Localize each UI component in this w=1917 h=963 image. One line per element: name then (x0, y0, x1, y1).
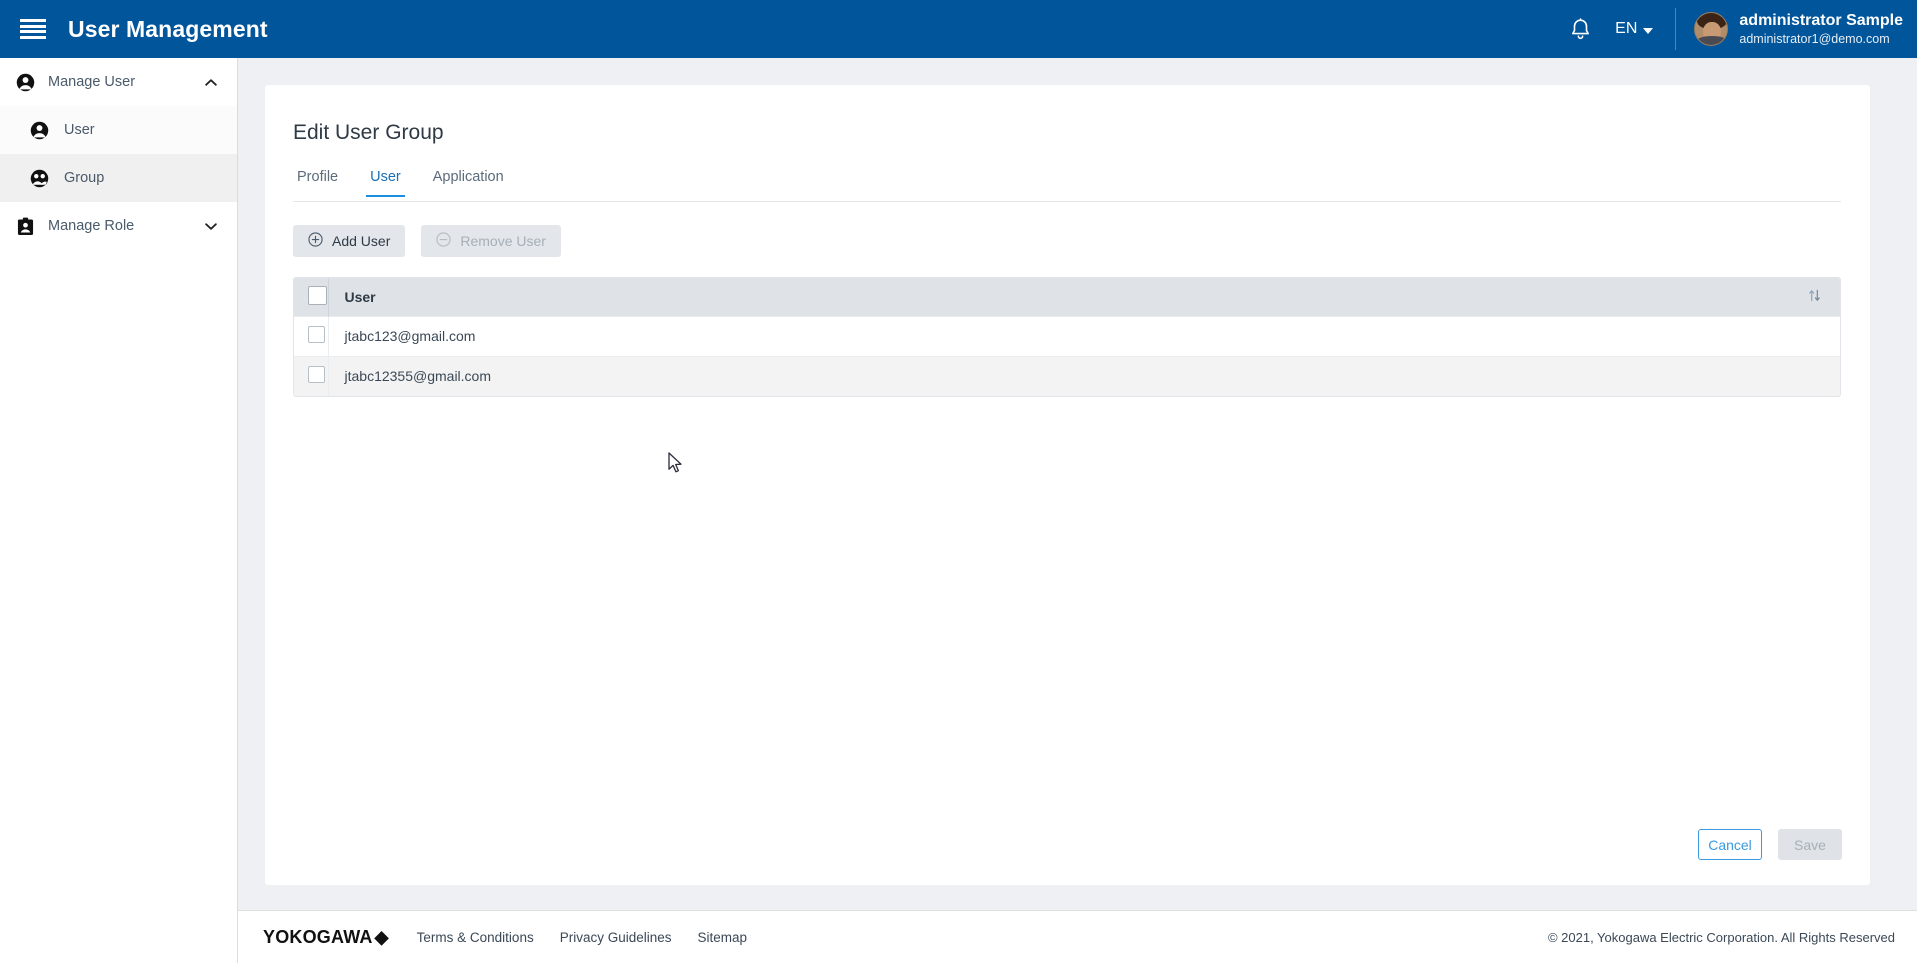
add-user-label: Add User (332, 233, 391, 249)
badge-icon (14, 215, 36, 237)
plus-circle-icon (308, 232, 323, 250)
sidebar-item-label: User (64, 122, 95, 138)
person-icon (28, 119, 50, 141)
sidebar-item-group[interactable]: Group (0, 154, 237, 202)
minus-circle-icon (436, 232, 451, 250)
footer-link-privacy[interactable]: Privacy Guidelines (560, 930, 672, 945)
sidebar-item-manage-user[interactable]: Manage User (0, 58, 237, 106)
chevron-down-icon[interactable] (205, 220, 217, 232)
cell-user: jtabc12355@gmail.com (327, 355, 1800, 396)
edit-user-group-card: Edit User Group Profile User Application… (265, 85, 1870, 885)
page-title: User Management (68, 15, 268, 42)
header-divider (1675, 8, 1677, 50)
row-select-cell (294, 315, 328, 356)
user-name: administrator Sample (1739, 11, 1903, 29)
select-all-cell (294, 278, 328, 316)
table-body: jtabc123@gmail.com jtabc12355@gmail.com (294, 315, 1840, 396)
language-selector[interactable]: EN (1615, 20, 1654, 38)
avatar[interactable] (1694, 12, 1729, 46)
remove-user-button[interactable]: Remove User (421, 225, 561, 257)
tab-application[interactable]: Application (429, 169, 508, 196)
select-all-checkbox[interactable] (308, 285, 327, 305)
person-icon (14, 71, 36, 93)
cancel-button[interactable]: Cancel (1698, 829, 1762, 860)
sidebar-item-label: Group (64, 170, 105, 186)
save-button[interactable]: Save (1778, 829, 1842, 860)
cell-user: jtabc123@gmail.com (327, 315, 1800, 356)
hamburger-menu-icon[interactable] (20, 19, 46, 39)
user-info[interactable]: administrator Sample administrator1@demo… (1739, 11, 1903, 47)
bell-icon[interactable] (1563, 12, 1597, 46)
row-checkbox[interactable] (308, 326, 325, 343)
footer-link-sitemap[interactable]: Sitemap (698, 930, 748, 945)
user-email: administrator1@demo.com (1739, 31, 1890, 46)
sort-cell (1800, 278, 1840, 316)
diamond-icon: ◆ (374, 926, 389, 947)
table-toolbar: Add User Remove User (293, 225, 561, 257)
footer-link-terms[interactable]: Terms & Conditions (417, 930, 534, 945)
sort-updown-icon[interactable] (1807, 289, 1822, 306)
header-right-cluster: EN administrator Sample administrator1@d… (1563, 0, 1917, 58)
main-content-area: Edit User Group Profile User Application… (238, 58, 1917, 910)
cell-spacer (1800, 315, 1840, 356)
group-icon (28, 167, 50, 189)
logo-text: YOKOGAWA (263, 926, 373, 947)
sidebar-item-manage-role[interactable]: Manage Role (0, 202, 237, 250)
page-footer: YOKOGAWA ◆ Terms & Conditions Privacy Gu… (238, 910, 1917, 963)
add-user-button[interactable]: Add User (293, 225, 406, 257)
tab-bar: Profile User Application (293, 169, 1841, 202)
sidebar: Manage User User Group Manage Role (0, 58, 238, 963)
sidebar-item-label: Manage User (48, 74, 136, 90)
sidebar-item-label: Manage Role (48, 218, 135, 234)
footer-links: Terms & Conditions Privacy Guidelines Si… (417, 930, 747, 945)
table-header-row: User (294, 278, 1840, 316)
form-actions: Cancel Save (1698, 829, 1842, 860)
yokogawa-logo: YOKOGAWA ◆ (263, 927, 389, 948)
copyright-text: © 2021, Yokogawa Electric Corporation. A… (1547, 929, 1895, 945)
table-row[interactable]: jtabc12355@gmail.com (294, 355, 1840, 396)
tab-user[interactable]: User (366, 169, 405, 197)
remove-user-label: Remove User (460, 233, 546, 249)
table-row[interactable]: jtabc123@gmail.com (294, 315, 1840, 356)
row-select-cell (294, 355, 328, 396)
chevron-up-icon[interactable] (205, 76, 217, 88)
row-checkbox[interactable] (308, 366, 325, 384)
card-title: Edit User Group (293, 121, 444, 144)
app-header: User Management EN administrator Sample … (0, 0, 1917, 58)
sidebar-item-user[interactable]: User (0, 106, 237, 154)
user-table: User jtabc123@gmail.com jtabc12355@gmail… (293, 277, 1841, 397)
column-header-user[interactable]: User (327, 278, 1800, 316)
language-label: EN (1615, 20, 1638, 37)
chevron-down-icon (1643, 27, 1654, 34)
tab-profile[interactable]: Profile (293, 169, 342, 196)
cell-spacer (1800, 355, 1840, 396)
